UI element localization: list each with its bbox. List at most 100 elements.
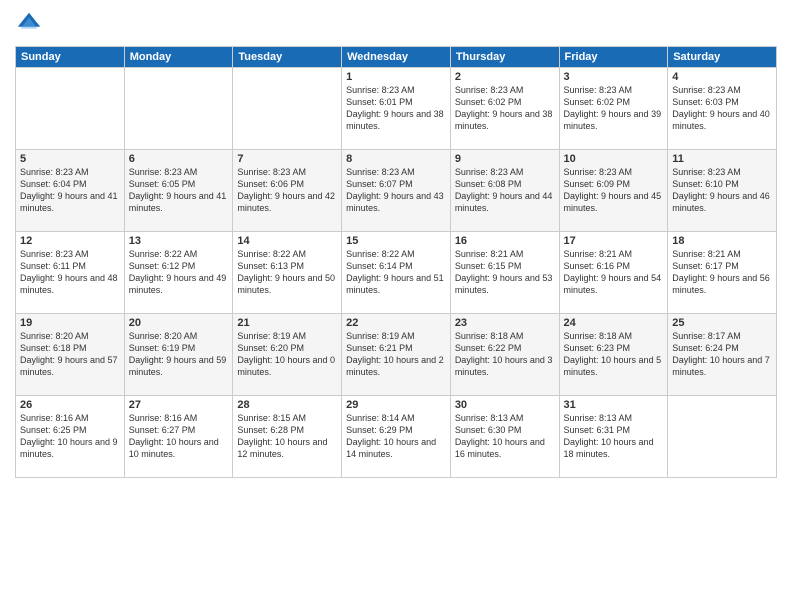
day-info: Sunrise: 8:23 AM Sunset: 6:02 PM Dayligh…	[564, 84, 664, 133]
day-header-monday: Monday	[124, 47, 233, 68]
page: SundayMondayTuesdayWednesdayThursdayFrid…	[0, 0, 792, 612]
day-number: 27	[129, 399, 229, 411]
calendar-week-row: 12Sunrise: 8:23 AM Sunset: 6:11 PM Dayli…	[16, 232, 777, 314]
day-info: Sunrise: 8:22 AM Sunset: 6:12 PM Dayligh…	[129, 248, 229, 297]
day-number: 21	[237, 317, 337, 329]
calendar-week-row: 26Sunrise: 8:16 AM Sunset: 6:25 PM Dayli…	[16, 396, 777, 478]
calendar-day-31: 31Sunrise: 8:13 AM Sunset: 6:31 PM Dayli…	[559, 396, 668, 478]
calendar-day-17: 17Sunrise: 8:21 AM Sunset: 6:16 PM Dayli…	[559, 232, 668, 314]
calendar-day-25: 25Sunrise: 8:17 AM Sunset: 6:24 PM Dayli…	[668, 314, 777, 396]
day-number: 3	[564, 71, 664, 83]
day-number: 9	[455, 153, 555, 165]
day-info: Sunrise: 8:23 AM Sunset: 6:10 PM Dayligh…	[672, 166, 772, 215]
calendar-day-23: 23Sunrise: 8:18 AM Sunset: 6:22 PM Dayli…	[450, 314, 559, 396]
calendar-week-row: 19Sunrise: 8:20 AM Sunset: 6:18 PM Dayli…	[16, 314, 777, 396]
day-info: Sunrise: 8:18 AM Sunset: 6:22 PM Dayligh…	[455, 330, 555, 379]
day-number: 28	[237, 399, 337, 411]
calendar-empty-cell	[233, 68, 342, 150]
day-number: 10	[564, 153, 664, 165]
calendar-empty-cell	[668, 396, 777, 478]
calendar-day-24: 24Sunrise: 8:18 AM Sunset: 6:23 PM Dayli…	[559, 314, 668, 396]
calendar-day-10: 10Sunrise: 8:23 AM Sunset: 6:09 PM Dayli…	[559, 150, 668, 232]
day-info: Sunrise: 8:23 AM Sunset: 6:01 PM Dayligh…	[346, 84, 446, 133]
day-number: 22	[346, 317, 446, 329]
calendar-day-27: 27Sunrise: 8:16 AM Sunset: 6:27 PM Dayli…	[124, 396, 233, 478]
calendar-empty-cell	[124, 68, 233, 150]
day-info: Sunrise: 8:23 AM Sunset: 6:11 PM Dayligh…	[20, 248, 120, 297]
calendar-day-26: 26Sunrise: 8:16 AM Sunset: 6:25 PM Dayli…	[16, 396, 125, 478]
day-info: Sunrise: 8:23 AM Sunset: 6:05 PM Dayligh…	[129, 166, 229, 215]
day-number: 18	[672, 235, 772, 247]
day-number: 8	[346, 153, 446, 165]
calendar-day-11: 11Sunrise: 8:23 AM Sunset: 6:10 PM Dayli…	[668, 150, 777, 232]
calendar-day-13: 13Sunrise: 8:22 AM Sunset: 6:12 PM Dayli…	[124, 232, 233, 314]
day-number: 20	[129, 317, 229, 329]
day-header-wednesday: Wednesday	[342, 47, 451, 68]
day-info: Sunrise: 8:17 AM Sunset: 6:24 PM Dayligh…	[672, 330, 772, 379]
calendar-day-2: 2Sunrise: 8:23 AM Sunset: 6:02 PM Daylig…	[450, 68, 559, 150]
day-number: 17	[564, 235, 664, 247]
day-header-saturday: Saturday	[668, 47, 777, 68]
day-info: Sunrise: 8:23 AM Sunset: 6:09 PM Dayligh…	[564, 166, 664, 215]
day-number: 5	[20, 153, 120, 165]
day-number: 29	[346, 399, 446, 411]
calendar-day-30: 30Sunrise: 8:13 AM Sunset: 6:30 PM Dayli…	[450, 396, 559, 478]
calendar-day-4: 4Sunrise: 8:23 AM Sunset: 6:03 PM Daylig…	[668, 68, 777, 150]
day-header-sunday: Sunday	[16, 47, 125, 68]
calendar-day-1: 1Sunrise: 8:23 AM Sunset: 6:01 PM Daylig…	[342, 68, 451, 150]
day-number: 7	[237, 153, 337, 165]
calendar-day-14: 14Sunrise: 8:22 AM Sunset: 6:13 PM Dayli…	[233, 232, 342, 314]
day-header-thursday: Thursday	[450, 47, 559, 68]
calendar-day-8: 8Sunrise: 8:23 AM Sunset: 6:07 PM Daylig…	[342, 150, 451, 232]
day-info: Sunrise: 8:21 AM Sunset: 6:16 PM Dayligh…	[564, 248, 664, 297]
day-number: 26	[20, 399, 120, 411]
day-info: Sunrise: 8:23 AM Sunset: 6:08 PM Dayligh…	[455, 166, 555, 215]
day-number: 31	[564, 399, 664, 411]
calendar-day-3: 3Sunrise: 8:23 AM Sunset: 6:02 PM Daylig…	[559, 68, 668, 150]
day-number: 24	[564, 317, 664, 329]
calendar-week-row: 1Sunrise: 8:23 AM Sunset: 6:01 PM Daylig…	[16, 68, 777, 150]
day-header-friday: Friday	[559, 47, 668, 68]
day-number: 11	[672, 153, 772, 165]
day-number: 13	[129, 235, 229, 247]
day-number: 19	[20, 317, 120, 329]
day-info: Sunrise: 8:21 AM Sunset: 6:15 PM Dayligh…	[455, 248, 555, 297]
day-number: 30	[455, 399, 555, 411]
calendar-day-28: 28Sunrise: 8:15 AM Sunset: 6:28 PM Dayli…	[233, 396, 342, 478]
day-info: Sunrise: 8:22 AM Sunset: 6:14 PM Dayligh…	[346, 248, 446, 297]
calendar-day-19: 19Sunrise: 8:20 AM Sunset: 6:18 PM Dayli…	[16, 314, 125, 396]
day-info: Sunrise: 8:23 AM Sunset: 6:02 PM Dayligh…	[455, 84, 555, 133]
day-info: Sunrise: 8:21 AM Sunset: 6:17 PM Dayligh…	[672, 248, 772, 297]
day-number: 2	[455, 71, 555, 83]
calendar-header-row: SundayMondayTuesdayWednesdayThursdayFrid…	[16, 47, 777, 68]
calendar-day-9: 9Sunrise: 8:23 AM Sunset: 6:08 PM Daylig…	[450, 150, 559, 232]
calendar-day-20: 20Sunrise: 8:20 AM Sunset: 6:19 PM Dayli…	[124, 314, 233, 396]
calendar-day-12: 12Sunrise: 8:23 AM Sunset: 6:11 PM Dayli…	[16, 232, 125, 314]
day-info: Sunrise: 8:13 AM Sunset: 6:30 PM Dayligh…	[455, 412, 555, 461]
day-info: Sunrise: 8:18 AM Sunset: 6:23 PM Dayligh…	[564, 330, 664, 379]
day-info: Sunrise: 8:22 AM Sunset: 6:13 PM Dayligh…	[237, 248, 337, 297]
header	[15, 10, 777, 38]
day-info: Sunrise: 8:19 AM Sunset: 6:20 PM Dayligh…	[237, 330, 337, 379]
calendar-week-row: 5Sunrise: 8:23 AM Sunset: 6:04 PM Daylig…	[16, 150, 777, 232]
day-number: 16	[455, 235, 555, 247]
day-number: 4	[672, 71, 772, 83]
day-info: Sunrise: 8:23 AM Sunset: 6:04 PM Dayligh…	[20, 166, 120, 215]
day-info: Sunrise: 8:20 AM Sunset: 6:19 PM Dayligh…	[129, 330, 229, 379]
day-info: Sunrise: 8:19 AM Sunset: 6:21 PM Dayligh…	[346, 330, 446, 379]
calendar-day-15: 15Sunrise: 8:22 AM Sunset: 6:14 PM Dayli…	[342, 232, 451, 314]
calendar-day-16: 16Sunrise: 8:21 AM Sunset: 6:15 PM Dayli…	[450, 232, 559, 314]
calendar-day-5: 5Sunrise: 8:23 AM Sunset: 6:04 PM Daylig…	[16, 150, 125, 232]
day-header-tuesday: Tuesday	[233, 47, 342, 68]
day-number: 23	[455, 317, 555, 329]
day-info: Sunrise: 8:15 AM Sunset: 6:28 PM Dayligh…	[237, 412, 337, 461]
day-info: Sunrise: 8:16 AM Sunset: 6:25 PM Dayligh…	[20, 412, 120, 461]
logo	[15, 10, 47, 38]
day-number: 14	[237, 235, 337, 247]
day-number: 25	[672, 317, 772, 329]
day-info: Sunrise: 8:20 AM Sunset: 6:18 PM Dayligh…	[20, 330, 120, 379]
calendar-day-22: 22Sunrise: 8:19 AM Sunset: 6:21 PM Dayli…	[342, 314, 451, 396]
calendar-empty-cell	[16, 68, 125, 150]
calendar-day-21: 21Sunrise: 8:19 AM Sunset: 6:20 PM Dayli…	[233, 314, 342, 396]
calendar: SundayMondayTuesdayWednesdayThursdayFrid…	[15, 46, 777, 478]
